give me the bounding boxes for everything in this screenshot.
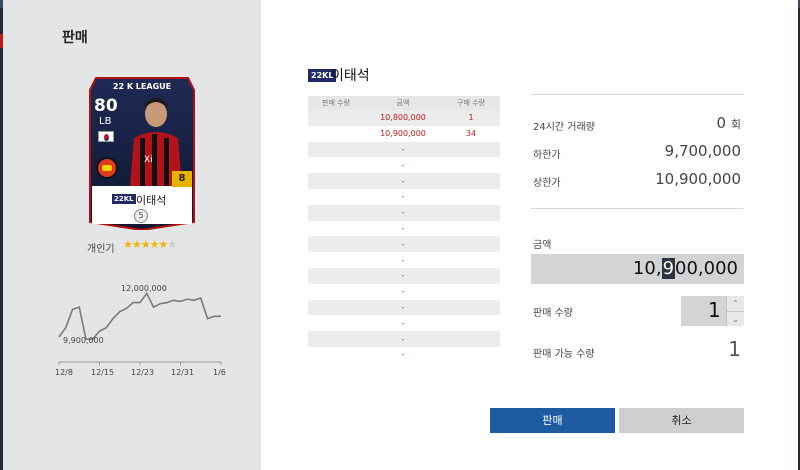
table-row: -	[308, 173, 500, 189]
player-card: 22 K LEAGUE 80 LB Xi 8 22KL 이태석 5	[88, 74, 196, 230]
table-row: -	[308, 347, 500, 363]
row-buy-qty: 1	[468, 113, 474, 123]
amount-value: 10,900,000	[633, 258, 738, 279]
row-price: -	[401, 287, 405, 297]
row-price: -	[401, 255, 405, 265]
chart-x-label: 12/8	[55, 368, 73, 377]
table-row: -	[308, 315, 500, 331]
star-icon: ★	[131, 238, 142, 251]
table-body: 10,800,000 1 10,900,000 34 - - - - - - - - - - - - - -	[308, 110, 500, 363]
chart-max-label: 12,000,000	[121, 284, 167, 293]
row-price: -	[401, 144, 405, 154]
row-price: -	[401, 176, 405, 186]
club-crest-icon	[96, 157, 118, 179]
chart-x-label: 12/23	[131, 368, 155, 377]
amount-input[interactable]: 10,900,000	[531, 254, 744, 284]
dialog-title: 판매	[62, 30, 88, 46]
table-row: -	[308, 252, 500, 268]
high-price-label: 상한가	[533, 178, 561, 189]
card-overall: 80	[94, 96, 118, 116]
table-row: -	[308, 236, 500, 253]
table-row: -	[308, 157, 500, 173]
table-row: 10,900,000 34	[308, 126, 500, 142]
volume-number: 0	[716, 114, 727, 132]
sell-dialog: 판매 22 K LEAGUE 80 LB Xi 8 22KL 이태석 5 개인기…	[3, 0, 798, 470]
star-rating: ★★★★★★	[123, 238, 177, 251]
quantity-label: 판매 수량	[533, 308, 573, 319]
table-row: 10,800,000 1	[308, 110, 500, 126]
table-row: -	[308, 141, 500, 158]
chart-min-label: 9,900,000	[63, 336, 104, 345]
card-league: 22 K LEAGUE	[112, 82, 172, 91]
chart-x-label: 12/15	[91, 368, 115, 377]
row-price: -	[401, 318, 405, 328]
low-price-label: 하한가	[533, 150, 561, 161]
star-empty-icon: ★	[167, 238, 177, 251]
row-buy-qty: 34	[465, 129, 477, 139]
chart-x-label: 1/6	[213, 368, 226, 377]
divider	[531, 208, 743, 209]
row-price: 10,800,000	[380, 113, 426, 123]
skill-label: 개인기	[87, 244, 115, 255]
cancel-button[interactable]: 취소	[619, 408, 744, 433]
amount-suffix: 00,000	[675, 258, 738, 279]
volume-label: 24시간 거래량	[533, 122, 595, 133]
row-price: 10,900,000	[380, 129, 426, 139]
table-row: -	[308, 299, 500, 316]
row-price: -	[401, 192, 405, 202]
amount-prefix: 10,	[632, 258, 662, 279]
amount-label: 금액	[533, 240, 552, 251]
divider	[531, 94, 743, 95]
high-price-value: 10,900,000	[655, 170, 741, 188]
table-row: -	[308, 204, 500, 221]
table-row: -	[308, 284, 500, 300]
grade-badge: 5	[134, 209, 148, 223]
svg-text:Xi: Xi	[144, 155, 153, 165]
boost-badge: 8	[172, 171, 192, 187]
quantity-stepper[interactable]: 1 ⌃ ⌄	[681, 296, 744, 326]
star-icon: ★	[149, 238, 160, 251]
header-buy-qty: 구매 수량	[457, 99, 485, 107]
star-icon: ★	[123, 238, 133, 251]
available-label: 판매 가능 수량	[533, 349, 595, 360]
player-panel: 판매 22 K LEAGUE 80 LB Xi 8 22KL 이태석 5 개인기…	[3, 0, 261, 470]
row-price: -	[401, 160, 405, 170]
sell-button[interactable]: 판매	[490, 408, 615, 433]
available-value: 1	[728, 337, 741, 361]
season-tag-icon: 22KL	[112, 194, 136, 204]
header-sell-qty: 판매 수량	[322, 99, 350, 107]
star-icon: ★	[140, 238, 151, 251]
player-name: 이태석	[331, 68, 370, 84]
korea-flag-icon	[98, 131, 114, 142]
row-price: -	[401, 223, 405, 233]
table-header: 판매 수량 금액 구매 수량	[308, 96, 500, 110]
table-row: -	[308, 267, 500, 284]
price-chart: 12,000,000 9,900,000 12/8 12/15 12/23 12…	[53, 276, 233, 382]
table-row: -	[308, 331, 500, 347]
chevron-down-icon[interactable]: ⌄	[726, 311, 744, 326]
price-series-line	[58, 291, 221, 340]
volume-unit: 회	[730, 118, 741, 131]
row-price: -	[401, 208, 405, 218]
table-row: -	[308, 221, 500, 237]
card-position: LB	[99, 116, 112, 127]
header-price: 금액	[396, 99, 410, 107]
quantity-value: 1	[708, 298, 721, 322]
chevron-up-icon[interactable]: ⌃	[726, 296, 744, 311]
chart-x-label: 12/31	[171, 368, 195, 377]
row-price: -	[401, 271, 405, 281]
row-price: -	[401, 302, 405, 312]
row-price: -	[401, 350, 405, 360]
order-book-table: 판매 수량 금액 구매 수량 10,800,000 1 10,900,000 34 - -…	[308, 96, 500, 363]
row-price: -	[401, 334, 405, 344]
row-price: -	[401, 239, 405, 249]
low-price-value: 9,700,000	[664, 142, 741, 160]
amount-cursor-digit: 9	[661, 258, 676, 279]
volume-value: 0 회	[717, 114, 741, 132]
table-row: -	[308, 189, 500, 205]
card-player-name: 이태석	[136, 194, 167, 207]
